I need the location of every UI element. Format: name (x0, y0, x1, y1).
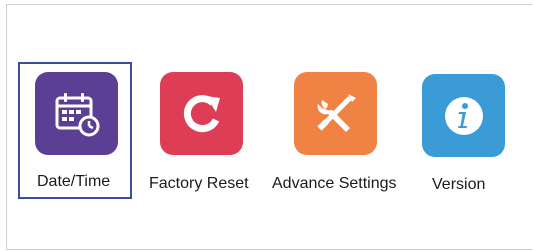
date-time-icon-tile[interactable] (35, 72, 118, 155)
date-time-label[interactable]: Date/Time (37, 173, 110, 191)
info-icon (444, 96, 483, 135)
version-label[interactable]: Version (432, 176, 485, 194)
advance-settings-icon-tile[interactable] (294, 72, 377, 155)
version-icon-tile[interactable] (422, 74, 505, 157)
reset-arrow-icon (183, 94, 220, 132)
advance-settings-label[interactable]: Advance Settings (272, 175, 397, 193)
factory-reset-label[interactable]: Factory Reset (149, 175, 249, 193)
tools-icon (316, 93, 356, 132)
calendar-clock-icon (55, 92, 99, 136)
factory-reset-icon-tile[interactable] (160, 72, 243, 155)
